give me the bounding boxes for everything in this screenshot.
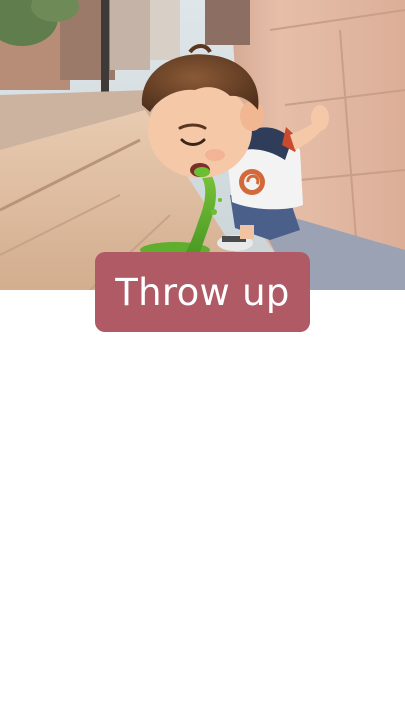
blank-content-area bbox=[0, 332, 405, 720]
caption-label: Throw up bbox=[95, 252, 310, 332]
illustration-image bbox=[0, 0, 405, 290]
page: Throw up bbox=[0, 0, 405, 720]
